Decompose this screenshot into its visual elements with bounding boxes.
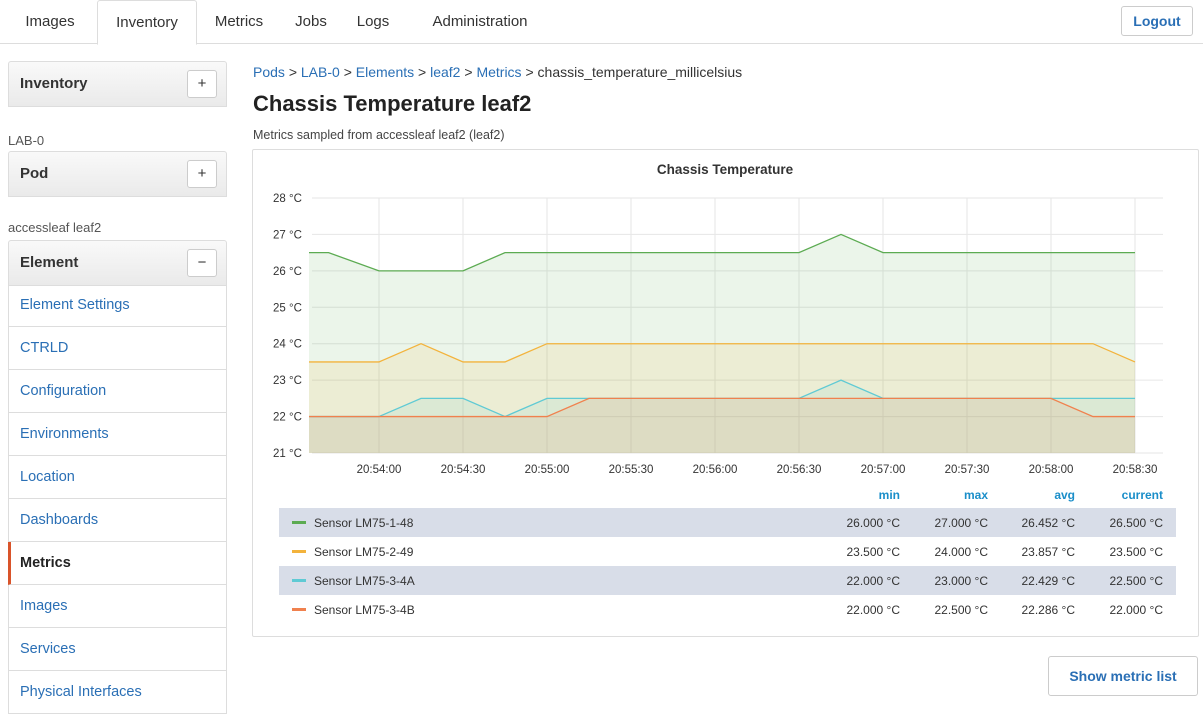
legend-swatch — [292, 608, 306, 611]
legend-stat-value: 22.000 °C — [846, 603, 900, 617]
legend-stat-value: 22.000 °C — [846, 574, 900, 588]
legend-swatch — [292, 521, 306, 524]
sidebar-item-physical-interfaces[interactable]: Physical Interfaces — [8, 671, 227, 714]
tab-metrics[interactable]: Metrics — [203, 0, 275, 44]
chart-title: Chassis Temperature — [657, 162, 794, 177]
element-collapse-button[interactable]: − — [187, 249, 217, 277]
legend-swatch — [292, 550, 306, 553]
breadcrumb-elements[interactable]: Elements — [356, 64, 414, 80]
breadcrumb-separator: > — [525, 64, 534, 80]
sidebar-item-element-settings[interactable]: Element Settings — [8, 284, 227, 327]
x-tick-label: 20:56:00 — [693, 464, 738, 476]
tab-jobs[interactable]: Jobs — [286, 0, 336, 44]
x-tick-label: 20:55:00 — [525, 464, 570, 476]
top-nav: Images Inventory Metrics Jobs Logs Admin… — [0, 0, 1203, 45]
page-title: Chassis Temperature leaf2 — [253, 91, 532, 116]
breadcrumb-metrics[interactable]: Metrics — [476, 64, 521, 80]
legend-swatch — [292, 579, 306, 582]
legend-stat-value: 23.500 °C — [846, 545, 900, 559]
x-tick-label: 20:58:30 — [1113, 464, 1158, 476]
legend-series-name: Sensor LM75-3-4A — [314, 574, 415, 588]
sidebar-item-ctrld[interactable]: CTRLD — [8, 327, 227, 370]
legend-column-header: current — [1122, 488, 1163, 502]
breadcrumb-element[interactable]: leaf2 — [430, 64, 460, 80]
sidebar-item-images[interactable]: Images — [8, 585, 227, 628]
element-menu: Element Settings CTRLD Configuration Env… — [8, 284, 227, 714]
tab-logs[interactable]: Logs — [346, 0, 400, 44]
tab-images[interactable]: Images — [10, 0, 90, 44]
temperature-chart: Chassis Temperature 21 °C 22 °C 23 °C 24 °C 2… — [273, 162, 1176, 617]
y-tick-label: 26 °C — [273, 266, 302, 278]
sidebar-item-services[interactable]: Services — [8, 628, 227, 671]
legend-stat-value: 26.000 °C — [846, 516, 900, 530]
legend-series-name: Sensor LM75-3-4B — [314, 603, 415, 617]
legend-column-header: min — [879, 488, 900, 502]
legend-series-name: Sensor LM75-2-49 — [314, 545, 414, 559]
x-tick-label: 20:54:00 — [357, 464, 402, 476]
legend-column-header: avg — [1054, 488, 1075, 502]
legend-stat-value: 22.429 °C — [1021, 574, 1075, 588]
element-panel-header: Element − — [8, 240, 227, 286]
legend-stat-value: 23.500 °C — [1109, 545, 1163, 559]
x-tick-label: 20:55:30 — [609, 464, 654, 476]
y-tick-label: 22 °C — [273, 412, 302, 424]
page-subtitle: Metrics sampled from accessleaf leaf2 (l… — [253, 128, 505, 142]
y-tick-label: 28 °C — [273, 193, 302, 205]
y-tick-label: 21 °C — [273, 448, 302, 460]
pod-expand-button[interactable]: + — [187, 160, 217, 188]
element-context-label: accessleaf leaf2 — [8, 220, 102, 235]
x-tick-label: 20:54:30 — [441, 464, 486, 476]
legend-stat-value: 23.857 °C — [1021, 545, 1075, 559]
x-tick-label: 20:58:00 — [1029, 464, 1074, 476]
legend-stat-value: 24.000 °C — [934, 545, 988, 559]
legend-series-name: Sensor LM75-1-48 — [314, 516, 414, 530]
x-tick-label: 20:57:00 — [861, 464, 906, 476]
y-tick-label: 23 °C — [273, 375, 302, 387]
pod-panel-title: Pod — [20, 165, 49, 182]
legend-stat-value: 22.500 °C — [934, 603, 988, 617]
sidebar-item-dashboards[interactable]: Dashboards — [8, 499, 227, 542]
show-metric-list-button[interactable]: Show metric list — [1048, 656, 1198, 696]
legend-stat-value: 23.000 °C — [934, 574, 988, 588]
breadcrumb: Pods > LAB-0 > Elements > leaf2 > Metric… — [253, 64, 742, 80]
legend-column-header: max — [964, 488, 988, 502]
breadcrumb-pods[interactable]: Pods — [253, 64, 285, 80]
breadcrumb-lab[interactable]: LAB-0 — [301, 64, 340, 80]
tab-administration[interactable]: Administration — [410, 0, 550, 44]
breadcrumb-separator: > — [343, 64, 352, 80]
inventory-panel-title: Inventory — [20, 75, 88, 92]
y-tick-label: 27 °C — [273, 229, 302, 241]
sidebar-item-location[interactable]: Location — [8, 456, 227, 499]
sidebar-item-environments[interactable]: Environments — [8, 413, 227, 456]
breadcrumb-separator: > — [288, 64, 297, 80]
logout-button[interactable]: Logout — [1121, 6, 1193, 36]
inventory-expand-button[interactable]: + — [187, 70, 217, 98]
legend-stat-value: 22.500 °C — [1109, 574, 1163, 588]
legend-stat-value: 26.500 °C — [1109, 516, 1163, 530]
sidebar-item-configuration[interactable]: Configuration — [8, 370, 227, 413]
breadcrumb-current: chassis_temperature_millicelsius — [537, 64, 743, 80]
legend-stat-value: 27.000 °C — [934, 516, 988, 530]
breadcrumb-separator: > — [464, 64, 473, 80]
legend-stat-value: 26.452 °C — [1021, 516, 1075, 530]
legend-stat-value: 22.286 °C — [1021, 603, 1075, 617]
breadcrumb-separator: > — [418, 64, 427, 80]
y-tick-label: 25 °C — [273, 302, 302, 314]
x-tick-label: 20:56:30 — [777, 464, 822, 476]
sidebar-item-metrics[interactable]: Metrics — [8, 542, 227, 585]
inventory-panel-header: Inventory + — [8, 61, 227, 107]
legend-stat-value: 22.000 °C — [1109, 603, 1163, 617]
chart-panel: Chassis Temperature 21 °C 22 °C 23 °C 24 °C 2… — [252, 149, 1199, 637]
y-tick-label: 24 °C — [273, 339, 302, 351]
tab-inventory[interactable]: Inventory — [97, 0, 197, 45]
x-tick-label: 20:57:30 — [945, 464, 990, 476]
pod-context-label: LAB-0 — [8, 133, 45, 148]
pod-panel-header: Pod + — [8, 151, 227, 197]
element-panel-title: Element — [20, 254, 79, 271]
